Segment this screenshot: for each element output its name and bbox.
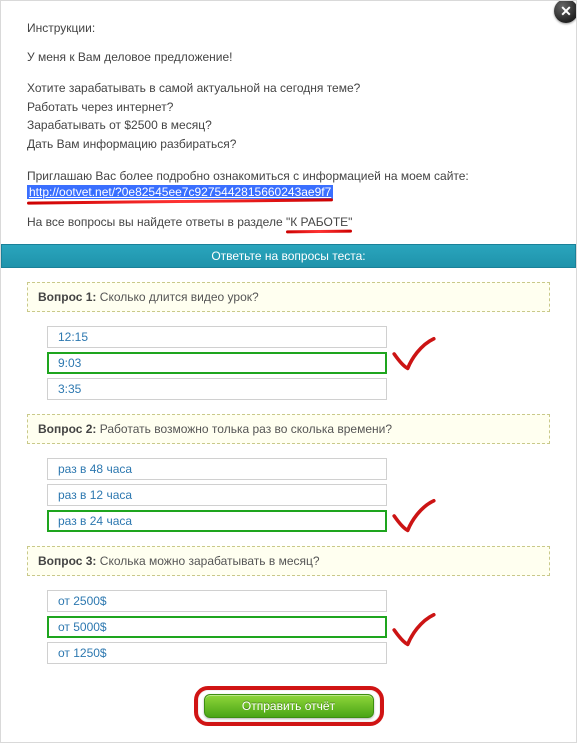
instructions-label: Инструкции: — [27, 21, 550, 35]
answer-option-selected[interactable]: раз в 24 часа — [47, 510, 387, 532]
invite-link[interactable]: http://ootvet.net/?0e82545ee7c9275442815… — [27, 185, 333, 199]
question-text: Сколька можно зарабатывать в месяц? — [100, 554, 320, 568]
answer-option[interactable]: 12:15 — [47, 326, 387, 348]
invite-prefix: Приглашаю Вас более подробно ознакомитьс… — [27, 169, 469, 183]
question-text: Сколько длится видео урок? — [100, 290, 259, 304]
checkmark-icon — [391, 336, 437, 372]
question-label: Вопрос 3: — [38, 554, 96, 568]
answer-option[interactable]: раз в 12 часа — [47, 484, 387, 506]
answers-group-3: от 2500$ от 5000$ от 1250$ — [47, 590, 387, 664]
answer-option-selected[interactable]: от 5000$ — [47, 616, 387, 638]
question-label: Вопрос 2: — [38, 422, 96, 436]
page-container: ✕ Инструкции: У меня к Вам деловое предл… — [0, 0, 577, 743]
submit-highlight-outline: Отправить отчёт — [194, 686, 384, 726]
answer-option[interactable]: раз в 48 часа — [47, 458, 387, 480]
question-box-2: Вопрос 2: Работать возможно толька раз в… — [27, 414, 550, 444]
checkmark-icon — [391, 498, 437, 534]
answer-option-selected[interactable]: 9:03 — [47, 352, 387, 374]
question-text: Работать возможно толька раз во сколька … — [100, 422, 392, 436]
answers-group-1: 12:15 9:03 3:35 — [47, 326, 387, 400]
answer-option[interactable]: от 2500$ — [47, 590, 387, 612]
answers-group-2: раз в 48 часа раз в 12 часа раз в 24 час… — [47, 458, 387, 532]
question-label: Вопрос 1: — [38, 290, 96, 304]
answers-hint-prefix: На все вопросы вы найдете ответы в разде… — [27, 215, 286, 229]
checkmark-icon — [391, 612, 437, 648]
pitch-line: Хотите зарабатывать в самой актуальной н… — [27, 81, 360, 95]
close-icon[interactable]: ✕ — [554, 0, 577, 23]
intro-text: У меня к Вам деловое предложение! — [27, 49, 550, 65]
test-header: Ответьте на вопросы теста: — [1, 244, 576, 268]
answers-hint: На все вопросы вы найдете ответы в разде… — [27, 214, 550, 230]
invite-link-wrap: http://ootvet.net/?0e82545ee7c9275442815… — [27, 184, 333, 200]
pitch-line: Зарабатывать от $2500 в месяц? — [27, 118, 212, 132]
answers-hint-section: "К РАБОТЕ" — [286, 214, 352, 230]
content: Инструкции: У меня к Вам деловое предлож… — [1, 1, 576, 726]
answer-option[interactable]: от 1250$ — [47, 642, 387, 664]
question-box-1: Вопрос 1: Сколько длится видео урок? — [27, 282, 550, 312]
submit-button[interactable]: Отправить отчёт — [204, 694, 374, 718]
pitch-block: Хотите зарабатывать в самой актуальной н… — [27, 79, 550, 153]
question-box-3: Вопрос 3: Сколька можно зарабатывать в м… — [27, 546, 550, 576]
answer-option[interactable]: 3:35 — [47, 378, 387, 400]
submit-area: Отправить отчёт — [27, 686, 550, 726]
pitch-line: Дать Вам информацию разбираться? — [27, 137, 236, 151]
invite-block: Приглашаю Вас более подробно ознакомитьс… — [27, 168, 550, 200]
pitch-line: Работать через интернет? — [27, 100, 173, 114]
